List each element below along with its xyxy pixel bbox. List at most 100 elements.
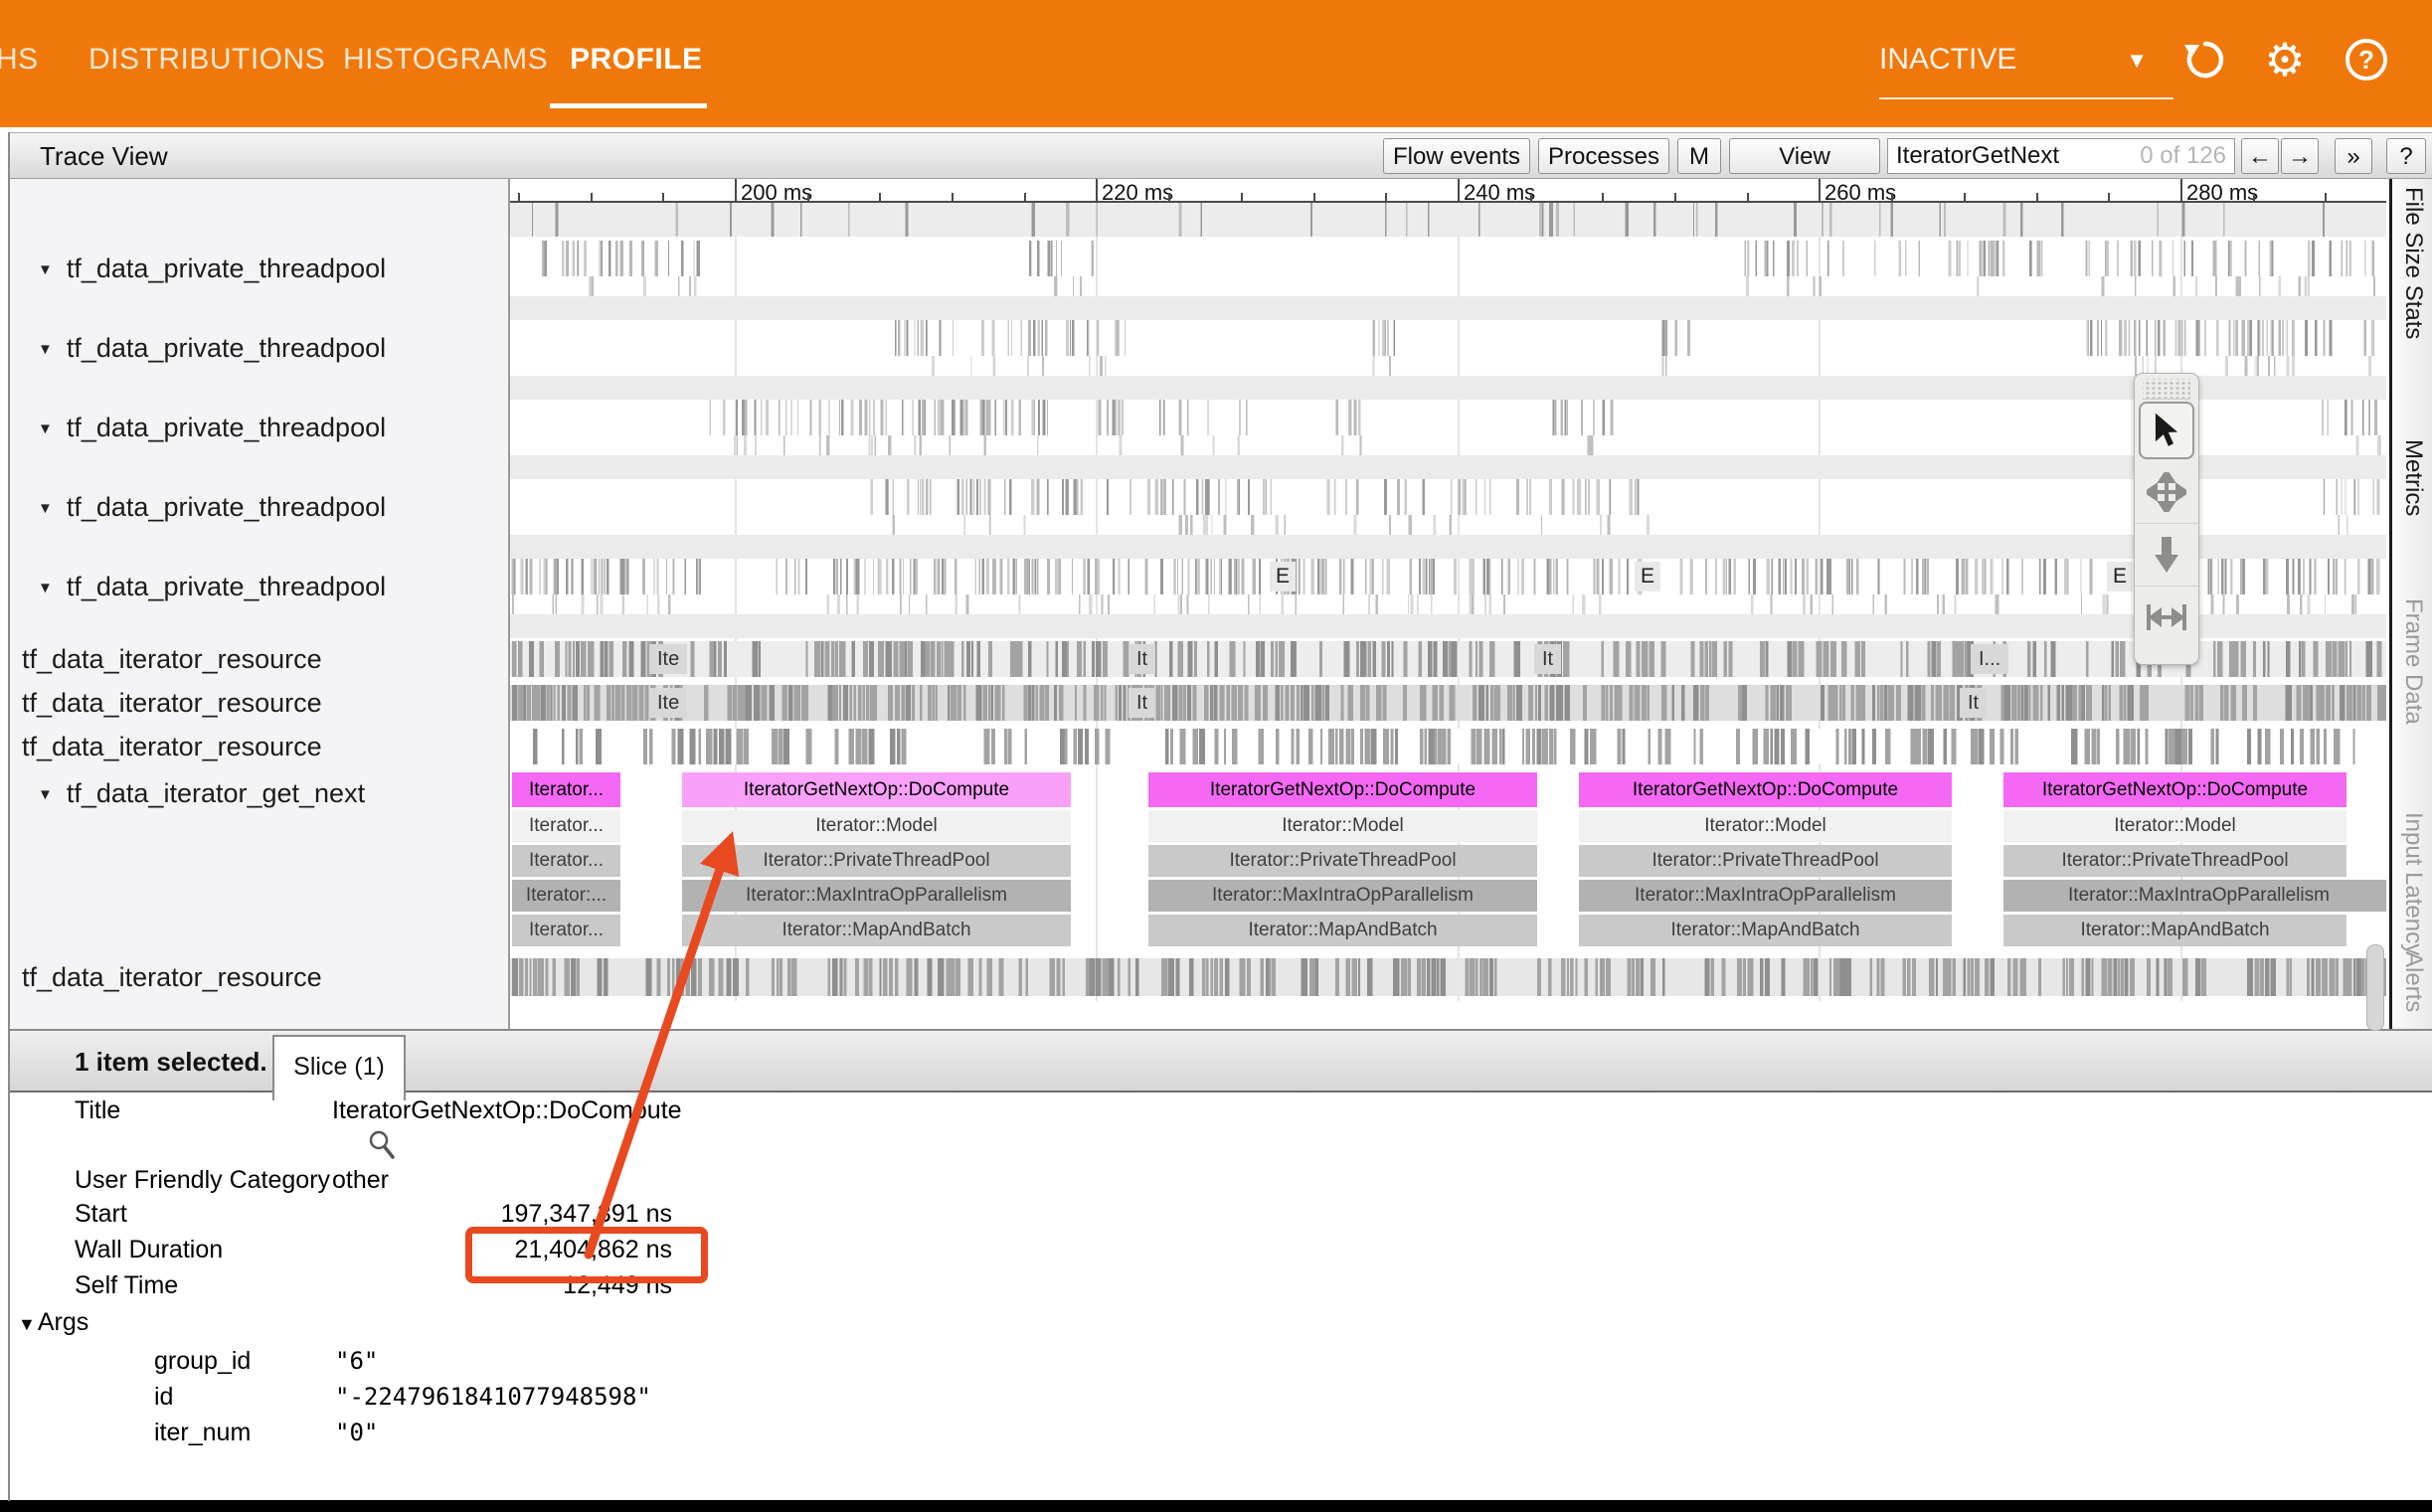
track-label-8[interactable]: ▼tf_data_iterator_get_next — [10, 775, 507, 811]
threadpool-track-0[interactable] — [510, 241, 2386, 276]
run-selector-dropdown[interactable]: INACTIVE ▼ — [1879, 38, 2177, 97]
slice-iterator-mapandbatch[interactable]: Iterator... — [512, 915, 620, 946]
flow-event-marker[interactable]: E — [2107, 562, 2133, 591]
collapse-arrow-icon[interactable]: ▼ — [38, 491, 53, 527]
slice-iterator-privatethreadpool[interactable]: Iterator::PrivateThreadPool — [1579, 845, 1952, 877]
panel-title: Trace View — [40, 141, 168, 172]
track-label-4[interactable]: ▼tf_data_private_threadpool — [10, 569, 507, 604]
track-label-9[interactable]: tf_data_iterator_resource — [10, 959, 519, 995]
ruler-minor-tick — [591, 193, 593, 201]
resource-slice-label: I... — [1971, 644, 2008, 674]
tab-distributions[interactable]: DISTRIBUTIONS — [88, 38, 325, 82]
side-tab-frame-data[interactable]: Frame Data — [2399, 598, 2427, 725]
metadata-button[interactable]: M — [1677, 138, 1721, 174]
slice-iterator-mapandbatch[interactable]: Iterator::MapAndBatch — [1148, 915, 1537, 946]
slice-iterator-getnext-docompute[interactable]: IteratorGetNextOp::DoCompute — [2003, 772, 2346, 807]
slice-iterator-mapandbatch[interactable]: Iterator::MapAndBatch — [1579, 915, 1952, 946]
slice-iterator-privatethreadpool[interactable]: Iterator::PrivateThreadPool — [682, 845, 1071, 877]
trace-help-button[interactable]: ? — [2386, 138, 2426, 174]
track-gap-band — [510, 455, 2386, 479]
side-tab-file-size-stats[interactable]: File Size Stats — [2399, 187, 2427, 339]
iterator-resource-track-2[interactable] — [510, 729, 2386, 764]
field-label-1: User Friendly Category — [75, 1166, 330, 1195]
slice-iterator-privatethreadpool[interactable]: Iterator::PrivateThreadPool — [2003, 845, 2346, 877]
app-header: HS DISTRIBUTIONS HISTOGRAMS PROFILE INAC… — [0, 0, 2432, 127]
track-label-pane: ▼tf_data_private_threadpool ▼tf_data_priv… — [10, 179, 510, 1031]
svg-text:?: ? — [2358, 45, 2374, 75]
side-tab-metrics[interactable]: Metrics — [2399, 439, 2427, 516]
processes-button[interactable]: Processes — [1538, 138, 1669, 174]
slice-iterator-getnext-docompute[interactable]: Iterator... — [512, 772, 620, 807]
args-section-header[interactable]: ▼Args — [18, 1308, 88, 1337]
slice-iterator-maxintraopparallelism[interactable]: Iterator::MaxIntraOpParallelism — [682, 880, 1071, 912]
slice-iterator-maxintraopparallelism[interactable]: Iterator::MaxIntraOpParallelism — [1579, 880, 1952, 912]
collapse-arrow-icon[interactable]: ▼ — [38, 571, 53, 606]
tab-profile[interactable]: PROFILE — [570, 38, 703, 82]
iterator-resource-track-0[interactable]: IteItItI... — [510, 641, 2386, 677]
vertical-scrollbar-thumb[interactable] — [2366, 944, 2384, 1031]
tab-graphs-partial[interactable]: HS — [0, 38, 39, 82]
slice-iterator-mapandbatch[interactable]: Iterator::MapAndBatch — [682, 915, 1071, 946]
args-collapse-icon[interactable]: ▼ — [18, 1314, 36, 1334]
find-next-button[interactable]: → — [2281, 138, 2319, 174]
gear-icon[interactable]: ⚙ — [2261, 36, 2309, 84]
slice-iterator-model[interactable]: Iterator::Model — [682, 810, 1071, 842]
tab-histograms[interactable]: HISTOGRAMS — [343, 38, 548, 82]
threadpool-track-0-sub — [510, 276, 2386, 296]
slice-iterator-privatethreadpool[interactable]: Iterator::PrivateThreadPool — [1148, 845, 1537, 877]
select-tool-button[interactable] — [2139, 402, 2194, 459]
search-input[interactable]: IteratorGetNext 0 of 126 — [1887, 138, 2235, 174]
slice-iterator-model[interactable]: Iterator::Model — [1579, 810, 1952, 842]
track-label-0[interactable]: ▼tf_data_private_threadpool — [10, 251, 507, 286]
analysis-side-tabs: File Size Stats Metrics Frame Data Input La… — [2389, 179, 2432, 1031]
find-previous-button[interactable]: ← — [2241, 138, 2279, 174]
track-label-3[interactable]: ▼tf_data_private_threadpool — [10, 489, 507, 525]
palette-drag-handle[interactable] — [2143, 379, 2190, 400]
track-label-6[interactable]: tf_data_iterator_resource — [10, 685, 519, 721]
track-label-2[interactable]: ▼tf_data_private_threadpool — [10, 410, 507, 445]
zoom-tool-button[interactable] — [2135, 524, 2198, 587]
flow-events-button[interactable]: Flow events — [1383, 138, 1530, 174]
threadpool-track-4[interactable] — [510, 559, 2386, 594]
side-tab-input-latency[interactable]: Input Latency — [2399, 812, 2427, 955]
expand-button[interactable]: » — [2335, 138, 2372, 174]
threadpool-track-2[interactable] — [510, 400, 2386, 435]
ruler-minor-tick — [1530, 193, 1532, 201]
collapse-arrow-icon[interactable]: ▼ — [38, 777, 53, 813]
view-options-button[interactable]: View Options — [1729, 138, 1880, 174]
side-tab-alerts[interactable]: Alerts — [2399, 951, 2427, 1012]
iterator-resource-track-3[interactable] — [510, 958, 2386, 996]
iterator-resource-track-1[interactable]: IteItIt — [510, 685, 2386, 721]
refresh-icon[interactable] — [2181, 36, 2229, 84]
timeline-canvas[interactable]: 200 ms220 ms240 ms260 ms280 ms EEEIteItI… — [510, 179, 2386, 1031]
track-label-7[interactable]: tf_data_iterator_resource — [10, 729, 519, 764]
threadpool-track-3[interactable] — [510, 479, 2386, 515]
arrow-down-icon — [2150, 535, 2183, 575]
resource-slice-label: Ite — [649, 688, 687, 718]
timing-tool-button[interactable] — [2135, 587, 2198, 648]
flow-event-marker[interactable]: E — [1635, 562, 1660, 591]
slice-iterator-maxintraopparallelism[interactable]: Iterator:... — [512, 880, 620, 912]
collapse-arrow-icon[interactable]: ▼ — [38, 332, 53, 368]
slice-iterator-getnext-docompute[interactable]: IteratorGetNextOp::DoCompute — [682, 772, 1071, 807]
magnifier-icon[interactable] — [366, 1128, 396, 1160]
slice-iterator-privatethreadpool[interactable]: Iterator... — [512, 845, 620, 877]
slice-iterator-model[interactable]: Iterator::Model — [2003, 810, 2346, 842]
slice-iterator-maxintraopparallelism[interactable]: Iterator::MaxIntraOpParallelism — [2003, 880, 2386, 912]
slice-iterator-model[interactable]: Iterator::Model — [1148, 810, 1537, 842]
ruler-minor-tick — [1313, 193, 1315, 201]
slice-iterator-mapandbatch[interactable]: Iterator::MapAndBatch — [2003, 915, 2346, 946]
track-label-5[interactable]: tf_data_iterator_resource — [10, 641, 519, 677]
slice-tab[interactable]: Slice (1) — [272, 1035, 406, 1100]
flow-event-marker[interactable]: E — [1270, 562, 1296, 591]
slice-iterator-maxintraopparallelism[interactable]: Iterator::MaxIntraOpParallelism — [1148, 880, 1537, 912]
collapse-arrow-icon[interactable]: ▼ — [38, 412, 53, 447]
help-icon[interactable]: ? — [2343, 36, 2390, 84]
track-label-1[interactable]: ▼tf_data_private_threadpool — [10, 330, 507, 366]
threadpool-track-1[interactable] — [510, 320, 2386, 356]
slice-iterator-getnext-docompute[interactable]: IteratorGetNextOp::DoCompute — [1579, 772, 1952, 807]
collapse-arrow-icon[interactable]: ▼ — [38, 252, 53, 288]
pan-tool-button[interactable] — [2135, 461, 2198, 524]
slice-iterator-getnext-docompute[interactable]: IteratorGetNextOp::DoCompute — [1148, 772, 1537, 807]
slice-iterator-model[interactable]: Iterator... — [512, 810, 620, 842]
